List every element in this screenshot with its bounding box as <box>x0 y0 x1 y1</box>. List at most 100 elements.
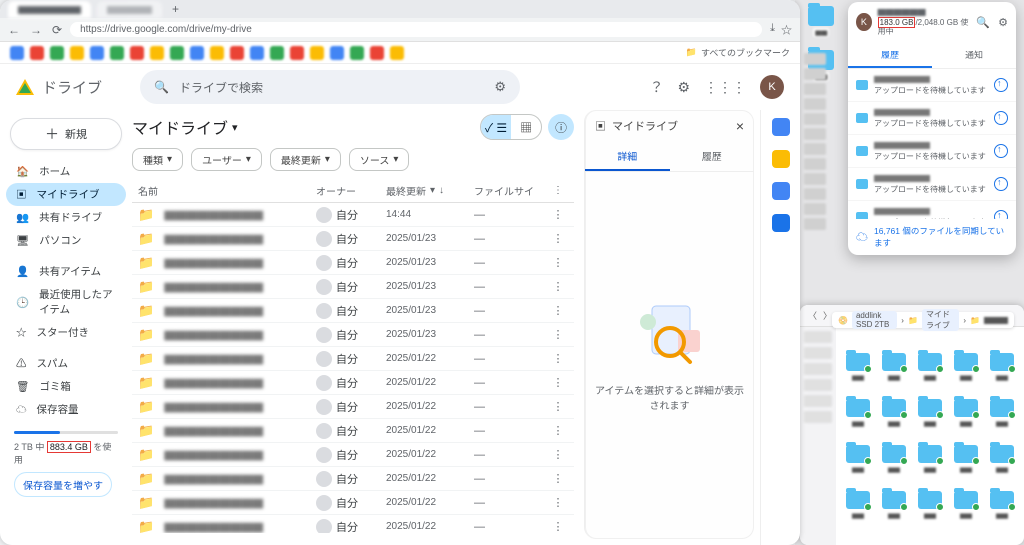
sidebar-item[interactable]: 👤共有アイテム <box>6 260 126 283</box>
filter-chip[interactable]: 最終更新▾ <box>270 148 341 171</box>
row-menu[interactable]: ⋮ <box>548 280 568 293</box>
account-avatar[interactable]: K <box>760 75 784 99</box>
finder-folder[interactable]: ▇▇ <box>878 491 910 533</box>
sidebar-item[interactable]: ☁保存容量 <box>6 398 126 421</box>
nav-back[interactable]: ← <box>8 23 20 37</box>
backup-sync-panel[interactable]: K ▇▇▇▇▇▇ 183.0 GB/2,048.0 GB 使用中 🔍 ⚙ 履歴 … <box>848 2 1016 255</box>
col-menu[interactable]: ⋮ <box>548 185 568 196</box>
drive-logo[interactable]: ドライブ <box>16 77 124 98</box>
finder-folder[interactable]: ▇▇ <box>950 399 982 441</box>
sidebar-item[interactable]: 🗑ゴミ箱 <box>6 375 126 398</box>
finder-folder[interactable]: ▇▇ <box>950 491 982 533</box>
row-menu[interactable]: ⋮ <box>548 208 568 221</box>
chrome-window[interactable]: ▇▇▇▇▇▇▇ ▇▇▇▇▇ + ← → ⟳ https://drive.goog… <box>0 0 800 545</box>
star-icon[interactable]: ☆ <box>781 22 792 38</box>
finder-folder[interactable]: ▇▇ <box>914 353 946 395</box>
all-bookmarks[interactable]: 📁すべてのブックマーク <box>686 46 790 59</box>
install-icon[interactable]: ⤓ <box>770 22 775 38</box>
finder-folder[interactable]: ▇▇ <box>914 445 946 487</box>
finder-folder[interactable]: ▇▇ <box>950 445 982 487</box>
sidebar-item[interactable]: ☆スター付き <box>6 321 126 344</box>
row-menu[interactable]: ⋮ <box>548 472 568 485</box>
keep-icon[interactable] <box>772 150 790 168</box>
tab-strip[interactable]: ▇▇▇▇▇▇▇ ▇▇▇▇▇ + <box>0 0 800 18</box>
sidebar-item[interactable]: 🖥パソコン <box>6 229 126 252</box>
col-owner[interactable]: オーナー <box>316 183 386 198</box>
table-row[interactable]: 📁▇▇▇▇▇▇▇▇▇自分2025/01/22—⋮ <box>132 419 574 443</box>
table-row[interactable]: 📁▇▇▇▇▇▇▇▇▇自分2025/01/22—⋮ <box>132 347 574 371</box>
table-row[interactable]: 📁▇▇▇▇▇▇▇▇▇自分14:44—⋮ <box>132 203 574 227</box>
row-menu[interactable]: ⋮ <box>548 328 568 341</box>
bs-tab-history[interactable]: 履歴 <box>848 43 932 68</box>
col-modified[interactable]: 最終更新▾↓ <box>386 183 474 198</box>
table-row[interactable]: 📁▇▇▇▇▇▇▇▇▇自分2025/01/23—⋮ <box>132 251 574 275</box>
finder-window[interactable]: 〈 〉 マイドライブ ▇▇▇▇▇▇▇▇▇▇▇▇▇▇▇▇▇▇▇▇▇▇▇▇▇▇▇▇▇… <box>800 305 1024 545</box>
finder-folder[interactable]: ▇▇ <box>986 353 1018 395</box>
finder-folder[interactable]: ▇▇ <box>986 445 1018 487</box>
row-menu[interactable]: ⋮ <box>548 256 568 269</box>
table-row[interactable]: 📁▇▇▇▇▇▇▇▇▇自分2025/01/22—⋮ <box>132 491 574 515</box>
contacts-icon[interactable] <box>772 214 790 232</box>
buy-storage-button[interactable]: 保存容量を増やす <box>14 472 112 497</box>
row-menu[interactable]: ⋮ <box>548 448 568 461</box>
finder-folder[interactable]: ▇▇ <box>878 353 910 395</box>
finder-back[interactable]: 〈 <box>808 309 817 322</box>
table-row[interactable]: 📁▇▇▇▇▇▇▇▇▇自分2025/01/22—⋮ <box>132 395 574 419</box>
finder-folder[interactable]: ▇▇ <box>986 399 1018 441</box>
row-menu[interactable]: ⋮ <box>548 496 568 509</box>
bookmark-bar[interactable]: 📁すべてのブックマーク <box>0 42 800 64</box>
finder-folder[interactable]: ▇▇ <box>842 399 874 441</box>
tune-icon[interactable]: ⚙ <box>494 79 506 95</box>
settings-icon[interactable]: ⚙ <box>677 79 690 96</box>
table-row[interactable]: 📁▇▇▇▇▇▇▇▇▇自分2025/01/23—⋮ <box>132 275 574 299</box>
new-button[interactable]: ＋新規 <box>10 118 122 150</box>
nav-fwd[interactable]: → <box>30 23 42 37</box>
breadcrumb[interactable]: マイドライブ▾ <box>132 115 238 139</box>
list-view-icon[interactable]: ✓ ☰ <box>481 115 511 139</box>
row-menu[interactable]: ⋮ <box>548 424 568 437</box>
table-row[interactable]: 📁▇▇▇▇▇▇▇▇▇自分2025/01/22—⋮ <box>132 467 574 491</box>
filter-chip[interactable]: ソース▾ <box>349 148 410 171</box>
finder-folder[interactable]: ▇▇ <box>842 491 874 533</box>
row-menu[interactable]: ⋮ <box>548 232 568 245</box>
finder-folder[interactable]: ▇▇ <box>986 491 1018 533</box>
finder-folder[interactable]: ▇▇ <box>950 353 982 395</box>
calendar-icon[interactable] <box>772 118 790 136</box>
row-menu[interactable]: ⋮ <box>548 400 568 413</box>
info-icon[interactable]: ⓘ <box>548 114 574 140</box>
view-toggle[interactable]: ✓ ☰ ▦ <box>480 114 542 140</box>
table-row[interactable]: 📁▇▇▇▇▇▇▇▇▇自分2025/01/23—⋮ <box>132 299 574 323</box>
finder-folder[interactable]: ▇▇ <box>914 399 946 441</box>
table-row[interactable]: 📁▇▇▇▇▇▇▇▇▇自分2025/01/22—⋮ <box>132 443 574 467</box>
address-bar[interactable]: https://drive.google.com/drive/my-drive <box>70 22 762 37</box>
search-icon[interactable]: 🔍 <box>976 16 990 29</box>
row-menu[interactable]: ⋮ <box>548 376 568 389</box>
finder-folder[interactable]: ▇▇ <box>842 353 874 395</box>
col-name[interactable]: 名前 <box>138 183 316 198</box>
filter-chip[interactable]: 種類▾ <box>132 148 183 171</box>
filter-chip[interactable]: ユーザー▾ <box>191 148 262 171</box>
help-icon[interactable]: ？ <box>649 77 663 97</box>
finder-folder[interactable]: ▇▇ <box>878 399 910 441</box>
finder-folder[interactable]: ▇▇ <box>878 445 910 487</box>
search-input[interactable]: 🔍 ドライブで検索 ⚙ <box>140 70 520 104</box>
tasks-icon[interactable] <box>772 182 790 200</box>
table-row[interactable]: 📁▇▇▇▇▇▇▇▇▇自分2025/01/22—⋮ <box>132 371 574 395</box>
row-menu[interactable]: ⋮ <box>548 520 568 533</box>
bs-tab-notify[interactable]: 通知 <box>932 43 1016 68</box>
table-row[interactable]: 📁▇▇▇▇▇▇▇▇▇自分2025/01/23—⋮ <box>132 227 574 251</box>
sidebar-item[interactable]: ⚠スパム <box>6 352 126 375</box>
finder-folder[interactable]: ▇▇ <box>914 491 946 533</box>
tab-history[interactable]: 履歴 <box>670 142 755 171</box>
gear-icon[interactable]: ⚙ <box>998 16 1008 29</box>
tab-detail[interactable]: 詳細 <box>585 142 670 171</box>
finder-folder[interactable]: ▇▇ <box>842 445 874 487</box>
finder-fwd[interactable]: 〉 <box>823 309 832 322</box>
nav-reload[interactable]: ⟳ <box>52 23 62 37</box>
table-row[interactable]: 📁▇▇▇▇▇▇▇▇▇自分2025/01/23—⋮ <box>132 323 574 347</box>
sidebar-item[interactable]: ▣マイドライブ <box>6 183 126 206</box>
sidebar-item[interactable]: 👥共有ドライブ <box>6 206 126 229</box>
table-row[interactable]: 📁▇▇▇▇▇▇▇▇▇自分2025/01/22—⋮ <box>132 515 574 533</box>
close-icon[interactable]: × <box>736 118 744 134</box>
grid-view-icon[interactable]: ▦ <box>511 115 541 139</box>
